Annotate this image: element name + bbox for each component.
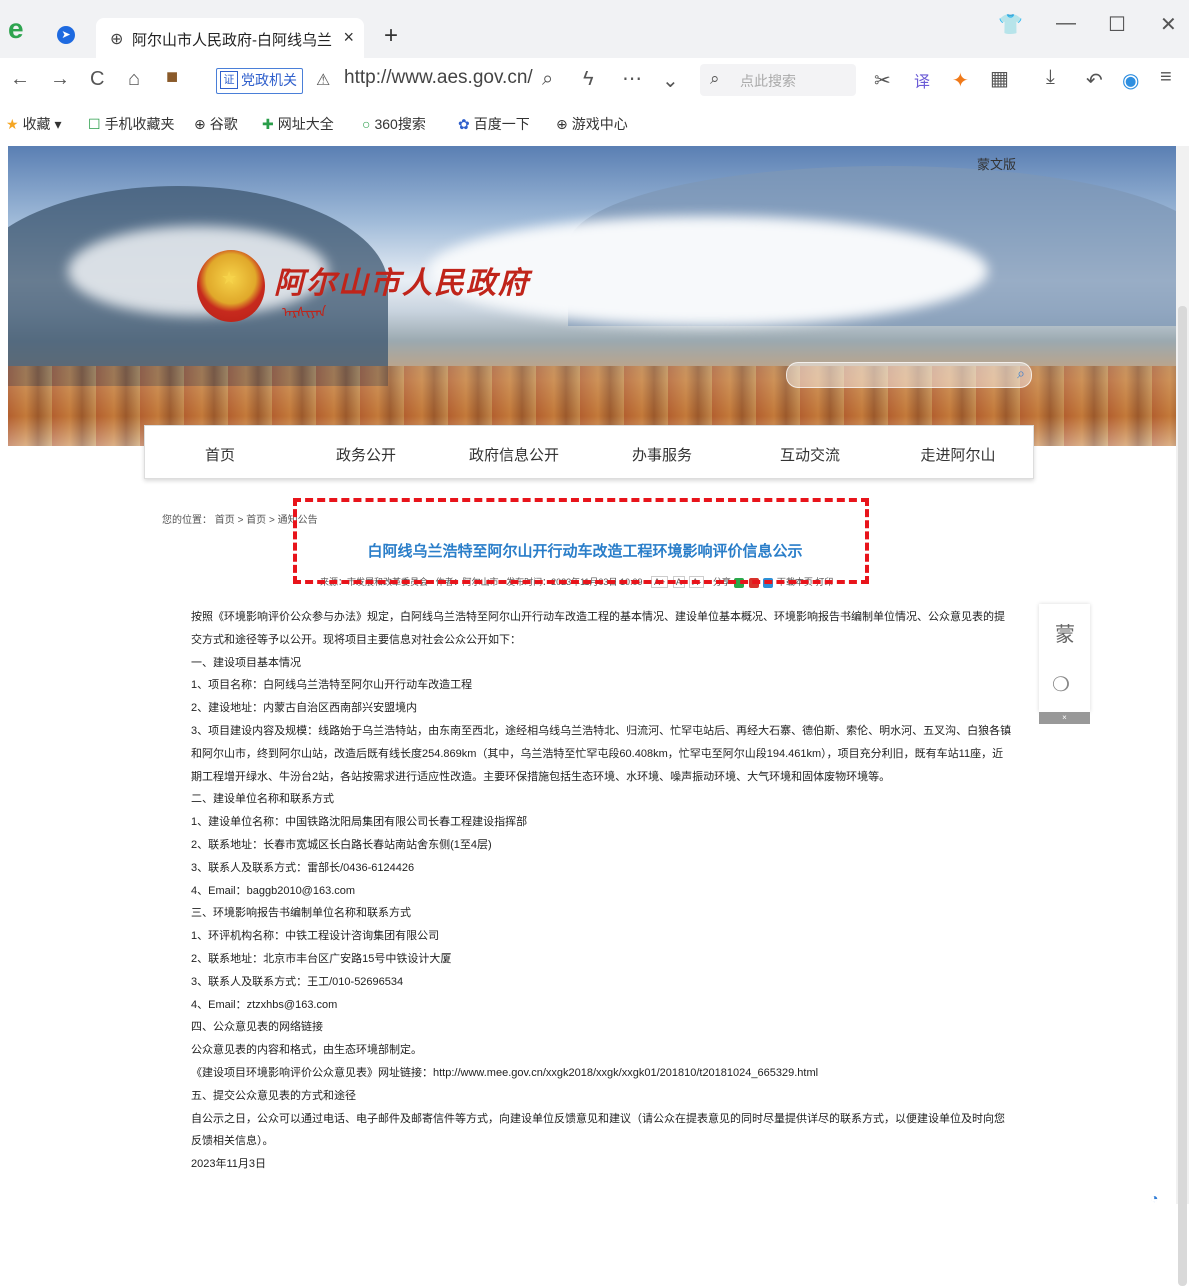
security-warning-icon[interactable]: ⚠ bbox=[316, 70, 330, 90]
paragraph: 《建设项目环境影响评价公众意见表》网址链接：http://www.mee.gov… bbox=[191, 1066, 819, 1079]
translate-icon[interactable]: 译 bbox=[914, 68, 930, 92]
browser-search-box[interactable]: ⌕ 点此搜索 bbox=[700, 64, 856, 96]
menu-item-info-disclosure[interactable]: 政府信息公开 bbox=[454, 444, 574, 465]
paragraph: 公众意见表的内容和格式，由生态环境部制定。 bbox=[191, 1044, 422, 1057]
tab-list-icon[interactable]: ➤ bbox=[57, 26, 75, 44]
menu-icon[interactable]: ≡ bbox=[1160, 66, 1172, 89]
paragraph: 3、联系人及联系方式：王工/010-52696534 bbox=[191, 975, 404, 988]
breadcrumb-home[interactable]: 首页 bbox=[215, 515, 235, 526]
phone-icon: ☐ bbox=[88, 116, 101, 132]
chevron-down-icon[interactable]: ⌄ bbox=[662, 68, 679, 93]
paragraph: 1、建设单位名称：中国铁路沈阳局集团有限公司长春工程建设指挥部 bbox=[191, 816, 528, 829]
browser-logo-icon[interactable]: e bbox=[8, 15, 34, 43]
gov-cert-icon: 证 bbox=[220, 71, 238, 89]
bookmark-baidu[interactable]: ✿ 百度一下 bbox=[458, 114, 530, 134]
article-body: 按照《环境影响评价公众参与办法》规定，白阿线乌兰浩特至阿尔山开行动车改造工程的基… bbox=[168, 606, 1012, 1176]
menu-item-interaction[interactable]: 互动交流 bbox=[750, 444, 870, 465]
section-heading: 四、公众意见表的网络链接 bbox=[191, 1021, 323, 1034]
paragraph: 自公示之日，公众可以通过电话、电子邮件及邮寄信件等方式，向建设单位反馈意见和建议… bbox=[191, 1112, 1005, 1148]
lightning-icon[interactable]: ϟ bbox=[583, 68, 594, 91]
paragraph: 2、联系地址：北京市丰台区广安路15号中铁设计大厦 bbox=[191, 952, 452, 965]
maximize-icon[interactable]: ☐ bbox=[1108, 12, 1126, 37]
extension-icon[interactable]: ■ bbox=[166, 66, 178, 89]
menu-item-services[interactable]: 办事服务 bbox=[602, 444, 722, 465]
breadcrumb-label: 您的位置： bbox=[162, 515, 212, 526]
search-placeholder: 点此搜索 bbox=[740, 73, 796, 89]
refresh-icon[interactable]: C bbox=[90, 68, 104, 91]
bookmark-favorites[interactable]: ★ 收藏 ▾ bbox=[6, 114, 61, 134]
paragraph: 4、Email：ztzxhbs@163.com bbox=[191, 998, 338, 1011]
search-icon[interactable]: ⌕ bbox=[1017, 365, 1025, 382]
dropdown-icon: ▾ bbox=[54, 116, 62, 132]
menu-item-government-affairs[interactable]: 政务公开 bbox=[306, 444, 426, 465]
forward-icon[interactable]: → bbox=[50, 68, 70, 91]
browser-tab-bar: e ➤ ⊕ 阿尔山市人民政府-白阿线乌兰 × + 👕 — ☐ ✕ bbox=[0, 0, 1189, 58]
paragraph: 按照《环境影响评价公众参与办法》规定，白阿线乌兰浩特至阿尔山开行动车改造工程的基… bbox=[191, 611, 1005, 646]
paw-icon: ✿ bbox=[458, 116, 470, 132]
tab-title: 阿尔山市人民政府-白阿线乌兰 bbox=[132, 32, 332, 49]
close-window-icon[interactable]: ✕ bbox=[1160, 12, 1177, 37]
browser-nav-bar bbox=[0, 58, 1189, 104]
gov-site-badge[interactable]: 证 党政机关 bbox=[216, 68, 303, 94]
back-icon[interactable]: ← bbox=[10, 68, 30, 91]
site-title-mongolian: ᠠᠷᠰᠢᠶᠠᠨ bbox=[282, 304, 327, 320]
section-heading: 五、提交公众意见表的方式和途径 bbox=[191, 1089, 356, 1102]
site-banner: 蒙文版 bbox=[8, 146, 1176, 446]
globe-icon: ⊕ bbox=[556, 116, 568, 132]
scissors-icon[interactable]: ✂ bbox=[874, 68, 891, 93]
side-float-close-button[interactable]: × bbox=[1039, 712, 1090, 724]
bookmark-google[interactable]: ⊕ 谷歌 bbox=[194, 114, 238, 134]
bookmark-game-center[interactable]: ⊕ 游戏中心 bbox=[556, 114, 628, 134]
section-heading: 二、建设单位名称和联系方式 bbox=[191, 793, 334, 806]
apps-grid-icon[interactable]: ▦ bbox=[990, 66, 1009, 91]
search-icon: ⌕ bbox=[710, 69, 720, 88]
new-tab-button[interactable]: + bbox=[384, 22, 398, 50]
paragraph: 3、联系人及联系方式：雷部长/0436-6124426 bbox=[191, 861, 415, 874]
skin-icon[interactable]: 👕 bbox=[998, 12, 1023, 37]
site-title: 阿尔山市人民政府 bbox=[274, 266, 530, 301]
address-bar[interactable]: http://www.aes.gov.cn/ bbox=[344, 67, 533, 89]
section-heading: 三、环境影响报告书编制单位名称和联系方式 bbox=[191, 907, 411, 920]
scrollbar-thumb[interactable] bbox=[1178, 306, 1187, 1286]
paragraph: 2、联系地址：长春市宽城区长白路长春站南站舍东侧(1至4层) bbox=[191, 838, 492, 851]
more-icon[interactable]: ⋯ bbox=[622, 66, 642, 91]
bookmark-360-search[interactable]: ○ 360搜索 bbox=[362, 114, 426, 134]
browser-account-icon[interactable]: ◉ bbox=[1122, 68, 1139, 93]
star-icon: ★ bbox=[6, 116, 19, 132]
national-emblem: ★ bbox=[197, 250, 265, 322]
site-search-input[interactable]: ⌕ bbox=[786, 362, 1032, 388]
zoom-icon[interactable]: ⌕ bbox=[542, 68, 553, 91]
plus-circle-icon: ✚ bbox=[262, 116, 274, 132]
page-scrollbar[interactable] bbox=[1176, 146, 1189, 1286]
highlight-annotation-box bbox=[293, 498, 869, 584]
section-heading: 一、建设项目基本情况 bbox=[191, 656, 301, 669]
mongolian-version-link[interactable]: 蒙文版 bbox=[977, 154, 1016, 173]
paragraph: 1、环评机构名称：中铁工程设计咨询集团有限公司 bbox=[191, 930, 440, 943]
tab-close-icon[interactable]: × bbox=[343, 27, 354, 48]
circle-icon: ○ bbox=[362, 116, 371, 132]
bookmark-url-directory[interactable]: ✚ 网址大全 bbox=[262, 114, 334, 134]
minimize-icon[interactable]: — bbox=[1056, 12, 1076, 35]
download-icon[interactable]: ⤓ bbox=[1046, 66, 1055, 89]
mongolian-version-button[interactable]: 蒙 bbox=[1055, 618, 1075, 647]
paragraph: 1、项目名称：白阿线乌兰浩特至阿尔山开行动车改造工程 bbox=[191, 679, 473, 692]
breadcrumb-home-2[interactable]: 首页 bbox=[246, 515, 266, 526]
gov-site-label: 党政机关 bbox=[241, 72, 297, 88]
wechat-icon[interactable]: ❍ bbox=[1052, 672, 1070, 697]
globe-icon: ⊕ bbox=[194, 116, 206, 132]
undo-icon[interactable]: ↶ bbox=[1086, 68, 1103, 93]
main-menu: 首页 政务公开 政府信息公开 办事服务 互动交流 走进阿尔山 bbox=[144, 425, 1034, 479]
article-date-footer: 2023年11月3日 bbox=[191, 1158, 267, 1171]
menu-item-about-arxan[interactable]: 走进阿尔山 bbox=[898, 444, 1018, 465]
menu-item-home[interactable]: 首页 bbox=[160, 444, 280, 465]
globe-icon: ⊕ bbox=[110, 31, 124, 48]
game-icon[interactable]: ✦ bbox=[952, 68, 969, 93]
paragraph: 2、建设地址：内蒙古自治区西南部兴安盟境内 bbox=[191, 702, 418, 715]
paragraph: 3、项目建设内容及规模：线路始于乌兰浩特站，由东南至西北，途经相乌线乌兰浩特北、… bbox=[191, 724, 1012, 783]
bookmark-mobile[interactable]: ☐ 手机收藏夹 bbox=[88, 114, 175, 134]
home-icon[interactable]: ⌂ bbox=[128, 68, 140, 91]
paragraph: 4、Email：baggb2010@163.com bbox=[191, 884, 356, 897]
browser-tab-active[interactable]: ⊕ 阿尔山市人民政府-白阿线乌兰 × bbox=[96, 18, 364, 58]
